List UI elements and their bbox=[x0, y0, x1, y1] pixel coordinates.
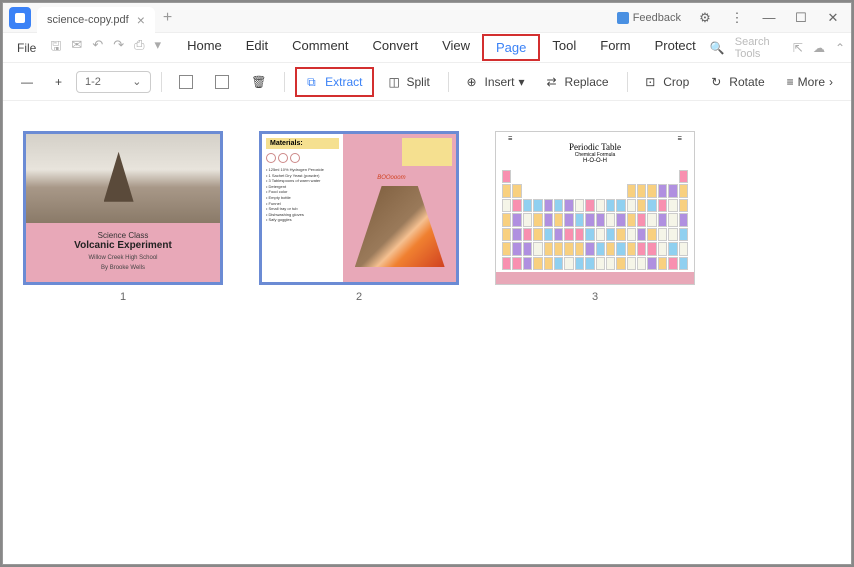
collapse-icon[interactable]: ⌃ bbox=[835, 41, 845, 55]
more-icon: ≡ bbox=[787, 75, 794, 89]
minimize-button[interactable]: — bbox=[755, 5, 783, 31]
menu-protect[interactable]: Protect bbox=[643, 34, 708, 61]
menu-page[interactable]: Page bbox=[482, 34, 540, 61]
close-button[interactable]: ✕ bbox=[819, 5, 847, 31]
extract-icon: ⧉ bbox=[307, 75, 321, 89]
slide1-school: Willow Creek High School bbox=[32, 255, 214, 261]
print-icon[interactable]: ⎙ bbox=[134, 37, 144, 59]
thumbnail-grid: Science Class Volcanic Experiment Willow… bbox=[3, 101, 851, 564]
app-window: science-copy.pdf × + Feedback ⚙ ⋮ — ☐ ✕ … bbox=[2, 2, 852, 565]
boom-text: BOOooom bbox=[377, 175, 405, 181]
more-button[interactable]: ≡ More › bbox=[779, 71, 841, 93]
page-thumbnail-2[interactable]: Materials: • 125ml 10% Hydrogen Peroxide… bbox=[259, 131, 459, 303]
new-tab-button[interactable]: + bbox=[163, 9, 172, 27]
page-range-input[interactable]: 1-2 ⌄ bbox=[76, 71, 151, 93]
zoom-out-button[interactable]: — bbox=[13, 71, 41, 93]
tab-close-icon[interactable]: × bbox=[137, 12, 145, 28]
share-icon[interactable]: ⇱ bbox=[793, 41, 803, 55]
delete-page-button[interactable]: 🗑 bbox=[243, 71, 274, 93]
zoom-in-button[interactable]: + bbox=[47, 71, 70, 93]
periodic-table bbox=[496, 168, 694, 272]
more-icon[interactable]: ⋮ bbox=[723, 5, 751, 31]
mail-icon[interactable]: ✉ bbox=[71, 37, 82, 59]
app-logo-icon bbox=[9, 7, 31, 29]
chevron-down-icon: ⌄ bbox=[132, 75, 141, 88]
page-toolbar: — + 1-2 ⌄ 🗑 ⧉ Extract ◫ Split ⊕ Insert ▾… bbox=[3, 63, 851, 101]
page-tool-1[interactable] bbox=[171, 71, 201, 93]
menu-convert[interactable]: Convert bbox=[361, 34, 431, 61]
menu-tool[interactable]: Tool bbox=[540, 34, 588, 61]
titlebar: science-copy.pdf × + Feedback ⚙ ⋮ — ☐ ✕ bbox=[3, 3, 851, 33]
crop-icon: ⊡ bbox=[645, 75, 659, 89]
slide1-title: Volcanic Experiment bbox=[32, 240, 214, 251]
slide1-subtitle: Science Class bbox=[32, 231, 214, 240]
thumb-number: 1 bbox=[120, 291, 126, 303]
page-thumbnail-1[interactable]: Science Class Volcanic Experiment Willow… bbox=[23, 131, 223, 303]
redo-icon[interactable]: ↷ bbox=[113, 37, 124, 59]
rotate-icon: ↻ bbox=[711, 75, 725, 89]
insert-icon: ⊕ bbox=[467, 75, 481, 89]
feedback-icon bbox=[617, 12, 629, 24]
materials-label: Materials: bbox=[266, 138, 339, 149]
replace-button[interactable]: ⇄ Replace bbox=[539, 71, 617, 93]
file-menu[interactable]: File bbox=[9, 41, 44, 55]
rotate-button[interactable]: ↻ Rotate bbox=[703, 71, 772, 93]
settings-icon[interactable]: ⚙ bbox=[691, 5, 719, 31]
save-icon[interactable]: 🖫 bbox=[50, 37, 61, 59]
page-thumbnail-3[interactable]: ☰☰ Periodic Table Chemical Formula H-O-O… bbox=[495, 131, 695, 303]
chevron-right-icon: › bbox=[829, 75, 833, 89]
search-input[interactable]: Search Tools bbox=[735, 36, 783, 60]
document-tab[interactable]: science-copy.pdf × bbox=[37, 7, 155, 33]
tab-filename: science-copy.pdf bbox=[47, 14, 129, 26]
page-tool-2[interactable] bbox=[207, 71, 237, 93]
undo-icon[interactable]: ↶ bbox=[92, 37, 103, 59]
menu-home[interactable]: Home bbox=[175, 34, 234, 61]
slide3-title: Periodic Table bbox=[504, 142, 686, 152]
quick-access-toolbar: 🖫 ✉ ↶ ↷ ⎙ ▾ bbox=[50, 37, 161, 59]
slide3-formula: H-O-O-H bbox=[504, 158, 686, 164]
search-icon[interactable]: 🔍 bbox=[710, 41, 725, 55]
main-menu: Home Edit Comment Convert View Page Tool… bbox=[175, 34, 708, 61]
menu-form[interactable]: Form bbox=[588, 34, 642, 61]
cloud-icon[interactable]: ☁ bbox=[813, 41, 825, 55]
chevron-down-icon: ▾ bbox=[519, 75, 525, 89]
menu-edit[interactable]: Edit bbox=[234, 34, 280, 61]
split-icon: ◫ bbox=[388, 75, 402, 89]
maximize-button[interactable]: ☐ bbox=[787, 5, 815, 31]
insert-button[interactable]: ⊕ Insert ▾ bbox=[459, 71, 533, 93]
menu-view[interactable]: View bbox=[430, 34, 482, 61]
feedback-button[interactable]: Feedback bbox=[611, 12, 687, 24]
dropdown-icon[interactable]: ▾ bbox=[155, 37, 162, 59]
split-button[interactable]: ◫ Split bbox=[380, 71, 437, 93]
menubar: File 🖫 ✉ ↶ ↷ ⎙ ▾ Home Edit Comment Conve… bbox=[3, 33, 851, 63]
slide1-author: By Brooke Wells bbox=[32, 265, 214, 271]
materials-list: • 125ml 10% Hydrogen Peroxide • 1 Sachet… bbox=[266, 167, 339, 223]
menu-comment[interactable]: Comment bbox=[280, 34, 360, 61]
crop-button[interactable]: ⊡ Crop bbox=[637, 71, 697, 93]
replace-icon: ⇄ bbox=[547, 75, 561, 89]
thumb-number: 2 bbox=[356, 291, 362, 303]
thumb-number: 3 bbox=[592, 291, 598, 303]
volcano-illustration bbox=[355, 186, 445, 267]
extract-button[interactable]: ⧉ Extract bbox=[295, 67, 374, 97]
